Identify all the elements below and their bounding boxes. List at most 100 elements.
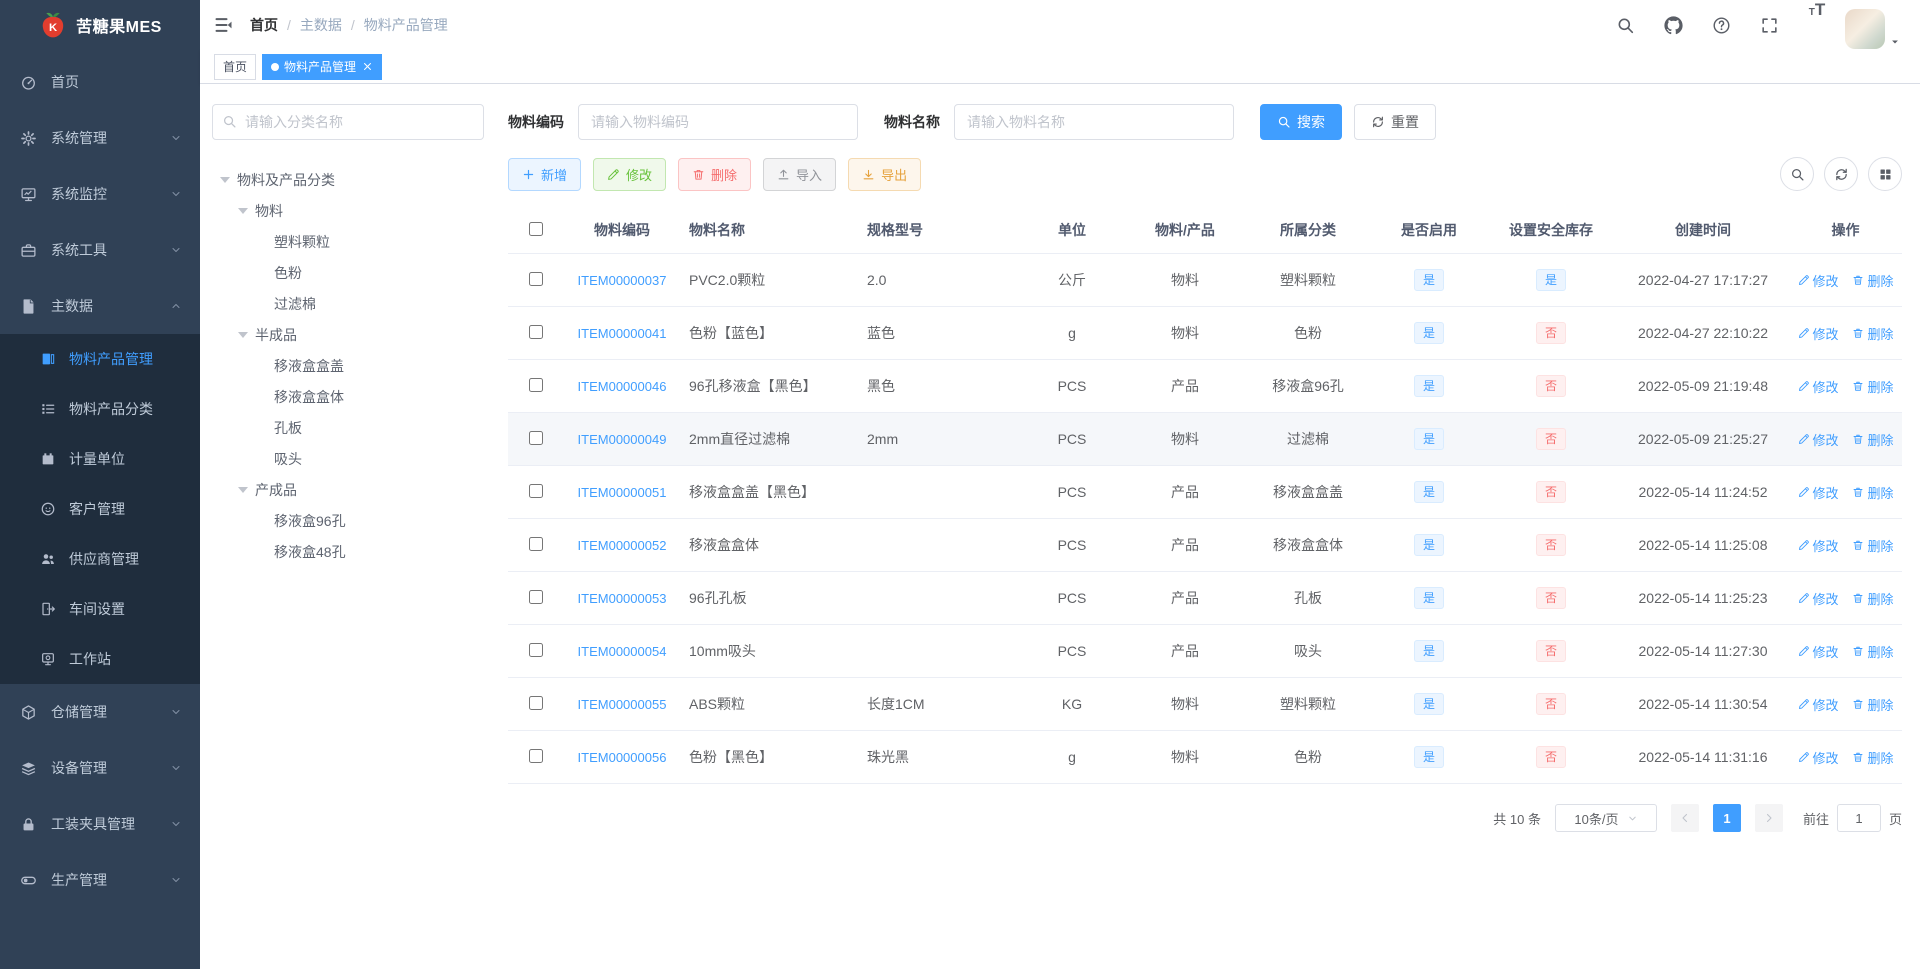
- tree-caret-icon[interactable]: [220, 176, 230, 183]
- row-edit-link[interactable]: 修改: [1798, 642, 1839, 661]
- sidebar-item-equipment-mgmt[interactable]: 设备管理: [0, 740, 200, 796]
- row-edit-link[interactable]: 修改: [1798, 430, 1839, 449]
- export-button[interactable]: 导出: [848, 157, 922, 191]
- row-delete-link[interactable]: 删除: [1852, 271, 1893, 290]
- add-button[interactable]: 新增: [508, 157, 582, 191]
- row-delete-link[interactable]: 删除: [1852, 695, 1893, 714]
- tree-leaf[interactable]: 过滤棉: [212, 288, 484, 319]
- row-delete-link[interactable]: 删除: [1852, 483, 1893, 502]
- name-filter-input[interactable]: [954, 104, 1234, 140]
- item-code-link[interactable]: ITEM00000037: [578, 273, 667, 288]
- sidebar-subitem-material-product-category[interactable]: 物料产品分类: [0, 384, 200, 434]
- sidebar-item-production-mgmt[interactable]: 生产管理: [0, 852, 200, 908]
- row-delete-link[interactable]: 删除: [1852, 748, 1893, 767]
- row-checkbox[interactable]: [528, 430, 543, 445]
- row-delete-link[interactable]: 删除: [1852, 589, 1893, 608]
- goto-page-input[interactable]: [1836, 804, 1881, 832]
- sidebar-subitem-measure-unit[interactable]: 计量单位: [0, 434, 200, 484]
- row-edit-link[interactable]: 修改: [1798, 324, 1839, 343]
- app-logo[interactable]: K 苦糖果MES: [0, 0, 200, 50]
- tree-leaf[interactable]: 移液盒盒体: [212, 381, 484, 412]
- row-edit-link[interactable]: 修改: [1798, 536, 1839, 555]
- row-delete-link[interactable]: 删除: [1852, 324, 1893, 343]
- row-checkbox[interactable]: [528, 536, 543, 551]
- row-delete-link[interactable]: 删除: [1852, 377, 1893, 396]
- tree-caret-icon[interactable]: [238, 331, 248, 338]
- font-size-icon[interactable]: TT: [1797, 0, 1837, 50]
- tree-node-root[interactable]: 物料及产品分类: [212, 164, 484, 195]
- item-code-link[interactable]: ITEM00000054: [578, 644, 667, 659]
- tree-leaf[interactable]: 塑料颗粒: [212, 226, 484, 257]
- column-settings-button[interactable]: [1868, 157, 1902, 191]
- row-checkbox[interactable]: [528, 695, 543, 710]
- page-size-select[interactable]: 10条/页: [1554, 804, 1657, 832]
- row-edit-link[interactable]: 修改: [1798, 695, 1839, 714]
- item-code-link[interactable]: ITEM00000041: [578, 326, 667, 341]
- row-checkbox[interactable]: [528, 377, 543, 392]
- user-menu[interactable]: [1845, 1, 1900, 49]
- edit-button[interactable]: 修改: [593, 157, 667, 191]
- sidebar-item-warehouse-mgmt[interactable]: 仓储管理: [0, 684, 200, 740]
- tree-node-finished[interactable]: 产成品: [212, 474, 484, 505]
- refresh-table-button[interactable]: [1824, 157, 1858, 191]
- tree-leaf[interactable]: 吸头: [212, 443, 484, 474]
- tree-caret-icon[interactable]: [238, 207, 248, 214]
- github-icon[interactable]: [1653, 0, 1693, 50]
- tree-caret-icon[interactable]: [238, 486, 248, 493]
- row-edit-link[interactable]: 修改: [1798, 271, 1839, 290]
- sidebar-subitem-material-product-mgmt[interactable]: 物料产品管理: [0, 334, 200, 384]
- sidebar-subitem-workstation[interactable]: 工作站: [0, 634, 200, 684]
- tree-node-semi-finished[interactable]: 半成品: [212, 319, 484, 350]
- sidebar-item-master-data[interactable]: 主数据: [0, 278, 200, 334]
- breadcrumb-home[interactable]: 首页: [250, 15, 278, 35]
- row-delete-link[interactable]: 删除: [1852, 536, 1893, 555]
- reset-button[interactable]: 重置: [1354, 104, 1436, 140]
- import-button[interactable]: 导入: [763, 157, 837, 191]
- sidebar-subitem-supplier-mgmt[interactable]: 供应商管理: [0, 534, 200, 584]
- close-icon[interactable]: [362, 61, 373, 72]
- row-checkbox[interactable]: [528, 271, 543, 286]
- next-page-button[interactable]: [1754, 804, 1783, 832]
- item-code-link[interactable]: ITEM00000052: [578, 538, 667, 553]
- tab-material-product-mgmt[interactable]: 物料产品管理: [262, 53, 383, 80]
- sidebar-subitem-workshop-settings[interactable]: 车间设置: [0, 584, 200, 634]
- page-number-1[interactable]: 1: [1712, 804, 1741, 832]
- breadcrumb-master-data[interactable]: 主数据: [300, 15, 342, 35]
- row-edit-link[interactable]: 修改: [1798, 589, 1839, 608]
- sidebar-subitem-customer-mgmt[interactable]: 客户管理: [0, 484, 200, 534]
- tree-node-material[interactable]: 物料: [212, 195, 484, 226]
- item-code-link[interactable]: ITEM00000049: [578, 432, 667, 447]
- row-checkbox[interactable]: [528, 748, 543, 763]
- tree-leaf[interactable]: 移液盒48孔: [212, 536, 484, 567]
- tree-leaf[interactable]: 色粉: [212, 257, 484, 288]
- code-filter-input[interactable]: [578, 104, 858, 140]
- item-code-link[interactable]: ITEM00000051: [578, 485, 667, 500]
- help-icon[interactable]: [1701, 0, 1741, 50]
- sidebar-item-tooling-mgmt[interactable]: 工装夹具管理: [0, 796, 200, 852]
- fullscreen-icon[interactable]: [1749, 0, 1789, 50]
- sidebar-item-system-monitor[interactable]: 系统监控: [0, 166, 200, 222]
- row-checkbox[interactable]: [528, 589, 543, 604]
- row-delete-link[interactable]: 删除: [1852, 430, 1893, 449]
- item-code-link[interactable]: ITEM00000056: [578, 750, 667, 765]
- search-icon[interactable]: [1605, 0, 1645, 50]
- row-checkbox[interactable]: [528, 324, 543, 339]
- item-code-link[interactable]: ITEM00000046: [578, 379, 667, 394]
- sidebar-item-system-tools[interactable]: 系统工具: [0, 222, 200, 278]
- toggle-search-button[interactable]: [1780, 157, 1814, 191]
- row-edit-link[interactable]: 修改: [1798, 377, 1839, 396]
- item-code-link[interactable]: ITEM00000055: [578, 697, 667, 712]
- search-button[interactable]: 搜索: [1260, 104, 1342, 140]
- row-checkbox[interactable]: [528, 483, 543, 498]
- row-edit-link[interactable]: 修改: [1798, 483, 1839, 502]
- row-checkbox[interactable]: [528, 642, 543, 657]
- sidebar-item-system-admin[interactable]: 系统管理: [0, 110, 200, 166]
- sidebar-item-home[interactable]: 首页: [0, 54, 200, 110]
- item-code-link[interactable]: ITEM00000053: [578, 591, 667, 606]
- tree-leaf[interactable]: 移液盒盒盖: [212, 350, 484, 381]
- delete-button[interactable]: 删除: [678, 157, 752, 191]
- row-edit-link[interactable]: 修改: [1798, 748, 1839, 767]
- avatar[interactable]: [1845, 9, 1885, 49]
- sidebar-collapse-button[interactable]: [200, 0, 248, 50]
- category-search-input[interactable]: [212, 104, 484, 140]
